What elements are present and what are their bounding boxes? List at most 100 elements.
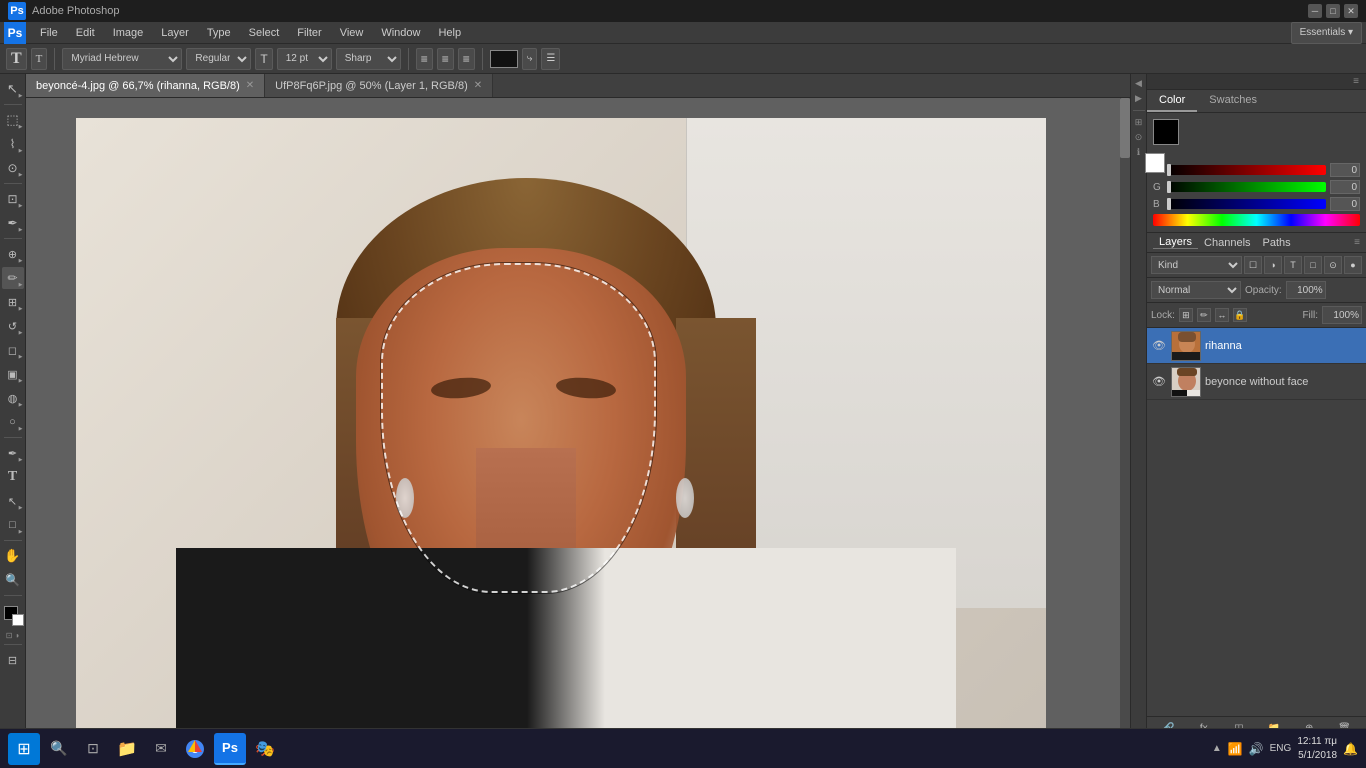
- kind-select[interactable]: Kind: [1151, 256, 1242, 274]
- scroll-thumb-v[interactable]: [1120, 98, 1130, 158]
- tab-beyonce[interactable]: beyoncé-4.jpg @ 66,7% (rihanna, RGB/8) ✕: [26, 74, 265, 97]
- lock-all-btn[interactable]: 🔒: [1233, 308, 1247, 322]
- menu-layer[interactable]: Layer: [153, 25, 197, 41]
- menu-edit[interactable]: Edit: [68, 25, 103, 41]
- b-value-input[interactable]: [1330, 197, 1360, 211]
- blur-tool[interactable]: ◍▶: [2, 387, 24, 409]
- g-slider-track[interactable]: [1167, 182, 1326, 192]
- close-btn[interactable]: ✕: [1344, 4, 1358, 18]
- menu-file[interactable]: File: [32, 25, 66, 41]
- text-opt-btn[interactable]: ☰: [541, 48, 560, 70]
- anti-alias-select[interactable]: Sharp: [336, 48, 401, 70]
- spectrum-bar[interactable]: [1153, 214, 1360, 226]
- font-style-select[interactable]: Regular: [186, 48, 251, 70]
- filter-toggle-btn[interactable]: ●: [1344, 256, 1362, 274]
- dodge-tool[interactable]: ○▶: [2, 411, 24, 433]
- b-slider-thumb[interactable]: [1167, 198, 1171, 210]
- lock-position-btn[interactable]: ↔: [1215, 308, 1229, 322]
- quick-mask-icon[interactable]: ◑: [14, 631, 19, 640]
- tray-volume[interactable]: 🔊: [1249, 742, 1264, 756]
- layer-row-beyonce[interactable]: 👁 beyonce without face: [1147, 364, 1366, 400]
- lock-image-btn[interactable]: ✏: [1197, 308, 1211, 322]
- tab-ufp[interactable]: UfP8Fq6P.jpg @ 50% (Layer 1, RGB/8) ✕: [265, 74, 493, 97]
- taskbar-chrome[interactable]: [180, 734, 210, 764]
- start-button[interactable]: ⊞: [8, 733, 40, 765]
- menu-window[interactable]: Window: [373, 25, 428, 41]
- tab-swatches[interactable]: Swatches: [1197, 90, 1269, 112]
- filter-pixel-btn[interactable]: ☐: [1244, 256, 1262, 274]
- healing-brush-tool[interactable]: ⊕▶: [2, 243, 24, 265]
- tray-notification[interactable]: 🔔: [1343, 742, 1358, 756]
- tray-up-arrow[interactable]: ▲: [1212, 743, 1222, 754]
- align-left-btn[interactable]: ≡: [416, 48, 433, 70]
- move-tool[interactable]: ↖▶: [2, 78, 24, 100]
- eyedrop-btn[interactable]: ⊙: [1135, 132, 1143, 143]
- opacity-input[interactable]: [1286, 281, 1326, 299]
- tab-close-beyonce[interactable]: ✕: [246, 80, 254, 91]
- lock-transparent-btn[interactable]: ⊞: [1179, 308, 1193, 322]
- adjust-btn[interactable]: ⊞: [1135, 117, 1143, 128]
- info-btn[interactable]: ℹ: [1137, 147, 1140, 158]
- r-slider-thumb[interactable]: [1167, 164, 1171, 176]
- r-slider-track[interactable]: [1167, 165, 1326, 175]
- blend-mode-select[interactable]: Normal: [1151, 281, 1241, 299]
- taskbar-task-view[interactable]: ⊡: [78, 734, 108, 764]
- filter-smart-btn[interactable]: ⊙: [1324, 256, 1342, 274]
- canvas-scrollbar-vertical[interactable]: [1120, 98, 1130, 730]
- tab-paths[interactable]: Paths: [1257, 237, 1297, 249]
- menu-image[interactable]: Image: [105, 25, 152, 41]
- g-value-input[interactable]: [1330, 180, 1360, 194]
- menu-select[interactable]: Select: [241, 25, 288, 41]
- r-value-input[interactable]: [1330, 163, 1360, 177]
- tab-color[interactable]: Color: [1147, 90, 1197, 112]
- quick-select-tool[interactable]: ⊙▶: [2, 157, 24, 179]
- layer-row-rihanna[interactable]: 👁 rihanna: [1147, 328, 1366, 364]
- eraser-tool[interactable]: ◻▶: [2, 339, 24, 361]
- tab-layers[interactable]: Layers: [1153, 236, 1198, 249]
- menu-view[interactable]: View: [332, 25, 372, 41]
- fill-input[interactable]: [1322, 306, 1362, 324]
- essentials-btn[interactable]: Essentials ▾: [1291, 22, 1362, 44]
- collapse-btn[interactable]: ▶: [1135, 93, 1142, 104]
- taskbar-ps[interactable]: Ps: [214, 733, 246, 765]
- g-slider-thumb[interactable]: [1167, 181, 1171, 193]
- minimize-btn[interactable]: ─: [1308, 4, 1322, 18]
- tab-channels[interactable]: Channels: [1198, 237, 1256, 249]
- maximize-btn[interactable]: □: [1326, 4, 1340, 18]
- foreground-background-colors[interactable]: [2, 604, 24, 626]
- color-swatch[interactable]: [490, 50, 518, 68]
- expand-btn[interactable]: ◀: [1135, 78, 1142, 89]
- filter-shape-btn[interactable]: □: [1304, 256, 1322, 274]
- rectangle-marquee-tool[interactable]: ⬚▶: [2, 109, 24, 131]
- screen-mode-btn[interactable]: ⊟: [2, 649, 24, 671]
- warp-btn[interactable]: ⤷: [522, 48, 538, 70]
- tray-lang[interactable]: ENG: [1270, 743, 1292, 754]
- default-colors-icon[interactable]: ⊡: [6, 631, 13, 640]
- pen-tool[interactable]: ✒▶: [2, 442, 24, 464]
- menu-type[interactable]: Type: [199, 25, 239, 41]
- menu-help[interactable]: Help: [430, 25, 469, 41]
- gradient-tool[interactable]: ▣▶: [2, 363, 24, 385]
- layers-panel-expand[interactable]: ≡: [1354, 237, 1360, 248]
- align-center-btn[interactable]: ≡: [437, 48, 454, 70]
- filter-adjustment-btn[interactable]: ◑: [1264, 256, 1282, 274]
- fg-bg-color-boxes[interactable]: [1153, 119, 1191, 157]
- shape-tool[interactable]: □▶: [2, 514, 24, 536]
- clone-stamp-tool[interactable]: ⊞▶: [2, 291, 24, 313]
- crop-tool[interactable]: ⊡▶: [2, 188, 24, 210]
- brush-tool[interactable]: ✏▶: [2, 267, 24, 289]
- background-color-box[interactable]: [1145, 153, 1165, 173]
- tab-close-ufp[interactable]: ✕: [474, 80, 482, 91]
- panel-menu-btn[interactable]: ≡: [1350, 76, 1362, 87]
- text-tool[interactable]: T: [2, 466, 24, 488]
- eyedropper-tool[interactable]: ✒▶: [2, 212, 24, 234]
- layer-visibility-beyonce[interactable]: 👁: [1151, 374, 1167, 390]
- align-right-btn[interactable]: ≡: [458, 48, 475, 70]
- path-select-tool[interactable]: ↖▶: [2, 490, 24, 512]
- taskbar-search-btn[interactable]: 🔍: [44, 734, 74, 764]
- taskbar-app2[interactable]: 🎭: [250, 734, 280, 764]
- lasso-tool[interactable]: ⌇▶: [2, 133, 24, 155]
- foreground-color-box[interactable]: [1153, 119, 1179, 145]
- history-brush-tool[interactable]: ↺▶: [2, 315, 24, 337]
- text-tool-small[interactable]: T: [31, 48, 48, 70]
